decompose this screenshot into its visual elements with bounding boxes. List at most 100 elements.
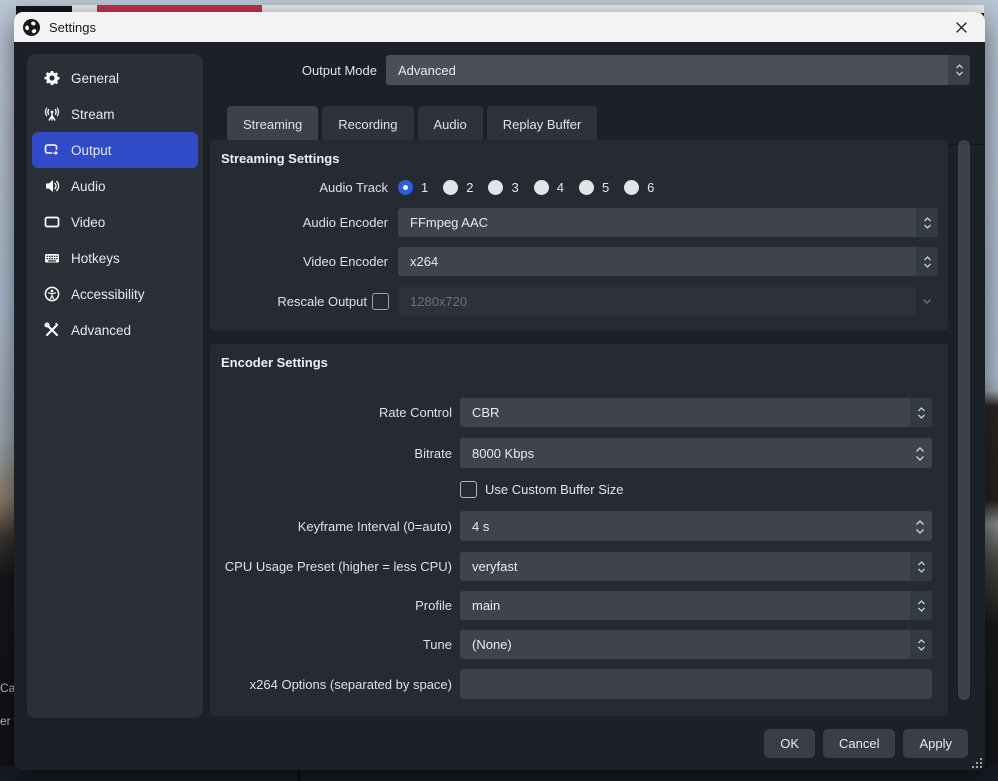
audio-track-option-2[interactable]: 2 (443, 180, 473, 195)
chevron-updown-icon[interactable] (916, 247, 938, 276)
video-encoder-value: x264 (398, 254, 438, 269)
audio-track-option-3[interactable]: 3 (488, 180, 518, 195)
chevron-updown-icon[interactable] (910, 591, 932, 620)
settings-sidebar: General Stream Output Audio Video (27, 54, 203, 718)
radio-icon (488, 180, 503, 195)
output-mode-label: Output Mode (210, 63, 386, 78)
close-icon (955, 21, 968, 34)
radio-label: 1 (421, 180, 428, 195)
antenna-icon (43, 106, 60, 123)
tab-audio[interactable]: Audio (418, 106, 483, 142)
tab-label: Streaming (243, 117, 302, 132)
scrollbar-thumb[interactable] (958, 140, 970, 700)
radio-label: 6 (647, 180, 654, 195)
output-mode-select[interactable]: Advanced (386, 55, 970, 85)
radio-icon (534, 180, 549, 195)
chevron-updown-icon[interactable] (916, 208, 938, 237)
video-encoder-row: Video Encoder x264 (210, 247, 948, 276)
bitrate-spinbox[interactable]: 8000 Kbps (460, 438, 932, 468)
rescale-output-label: Rescale Output (210, 294, 367, 309)
settings-window: Settings General Stream Output (14, 12, 985, 770)
profile-select[interactable]: main (460, 591, 932, 620)
audio-track-label: Audio Track (210, 180, 388, 195)
tab-recording[interactable]: Recording (322, 106, 413, 142)
radio-selected-icon (398, 180, 413, 195)
tab-label: Replay Buffer (503, 117, 582, 132)
background-video-right (984, 0, 998, 781)
bitrate-label: Bitrate (210, 446, 452, 461)
window-title: Settings (49, 20, 96, 35)
rescale-output-checkbox[interactable] (372, 293, 389, 310)
video-encoder-label: Video Encoder (210, 254, 388, 269)
audio-track-option-6[interactable]: 6 (624, 180, 654, 195)
sidebar-item-video[interactable]: Video (32, 204, 198, 240)
sidebar-item-hotkeys[interactable]: Hotkeys (32, 240, 198, 276)
rescale-output-row: Rescale Output 1280x720 (210, 287, 948, 315)
sidebar-item-label: Stream (71, 107, 115, 122)
cpu-usage-preset-select[interactable]: veryfast (460, 552, 932, 581)
keyframe-interval-label: Keyframe Interval (0=auto) (210, 519, 452, 534)
tab-label: Recording (338, 117, 397, 132)
tune-label: Tune (210, 637, 452, 652)
tune-value: (None) (460, 637, 512, 652)
person-circle-icon (43, 286, 60, 303)
apply-button[interactable]: Apply (903, 729, 968, 758)
cancel-button[interactable]: Cancel (823, 729, 895, 758)
chevron-updown-icon[interactable] (910, 552, 932, 581)
section-title: Encoder Settings (210, 344, 948, 370)
keyframe-interval-row: Keyframe Interval (0=auto) 4 s (210, 511, 948, 541)
audio-track-option-5[interactable]: 5 (579, 180, 609, 195)
tools-icon (43, 322, 60, 339)
profile-value: main (460, 598, 500, 613)
dialog-footer: OK Cancel Apply (764, 729, 968, 758)
chevron-updown-icon[interactable] (910, 630, 932, 659)
keyframe-interval-spinbox[interactable]: 4 s (460, 511, 932, 541)
sidebar-item-advanced[interactable]: Advanced (32, 312, 198, 348)
rate-control-label: Rate Control (210, 405, 452, 420)
sidebar-item-stream[interactable]: Stream (32, 96, 198, 132)
tune-select[interactable]: (None) (460, 630, 932, 659)
audio-track-option-4[interactable]: 4 (534, 180, 564, 195)
sidebar-item-general[interactable]: General (32, 60, 198, 96)
obs-logo-icon (23, 19, 40, 36)
audio-encoder-select[interactable]: FFmpeg AAC (398, 208, 938, 237)
audio-encoder-row: Audio Encoder FFmpeg AAC (210, 208, 948, 237)
use-custom-buffer-checkbox[interactable] (460, 481, 477, 498)
sidebar-item-label: Advanced (71, 323, 131, 338)
rate-control-select[interactable]: CBR (460, 398, 932, 427)
x264-options-input[interactable] (460, 669, 932, 699)
radio-label: 2 (466, 180, 473, 195)
resize-grip[interactable] (973, 759, 982, 768)
video-encoder-select[interactable]: x264 (398, 247, 938, 276)
audio-encoder-label: Audio Encoder (210, 215, 388, 230)
titlebar[interactable]: Settings (14, 12, 985, 42)
audio-track-option-1[interactable]: 1 (398, 180, 428, 195)
spin-down-icon[interactable] (915, 523, 925, 538)
rescale-resolution-value: 1280x720 (398, 294, 467, 309)
section-title: Streaming Settings (210, 140, 948, 166)
radio-label: 5 (602, 180, 609, 195)
output-tabs: Streaming Recording Audio Replay Buffer (227, 106, 597, 142)
spin-down-icon[interactable] (915, 450, 925, 465)
tab-replay-buffer[interactable]: Replay Buffer (487, 106, 598, 142)
radio-icon (443, 180, 458, 195)
sidebar-item-audio[interactable]: Audio (32, 168, 198, 204)
sidebar-item-label: Accessibility (71, 287, 145, 302)
audio-track-radio-group: 1 2 3 4 5 6 (398, 180, 669, 195)
radio-icon (624, 180, 639, 195)
chevron-updown-icon[interactable] (910, 398, 932, 427)
cpu-usage-preset-row: CPU Usage Preset (higher = less CPU) ver… (210, 552, 948, 581)
sidebar-item-output[interactable]: Output (32, 132, 198, 168)
encoder-settings-panel: Encoder Settings Rate Control CBR Bitrat… (210, 344, 948, 716)
output-mode-value: Advanced (386, 63, 456, 78)
sidebar-item-label: Video (71, 215, 105, 230)
scrollbar[interactable] (958, 140, 970, 700)
tab-streaming[interactable]: Streaming (227, 106, 318, 142)
rate-control-value: CBR (460, 405, 499, 420)
cpu-usage-preset-label: CPU Usage Preset (higher = less CPU) (210, 559, 452, 574)
chevron-updown-icon[interactable] (948, 55, 970, 85)
monitor-icon (43, 214, 60, 231)
ok-button[interactable]: OK (764, 729, 815, 758)
close-button[interactable] (943, 12, 979, 42)
sidebar-item-accessibility[interactable]: Accessibility (32, 276, 198, 312)
